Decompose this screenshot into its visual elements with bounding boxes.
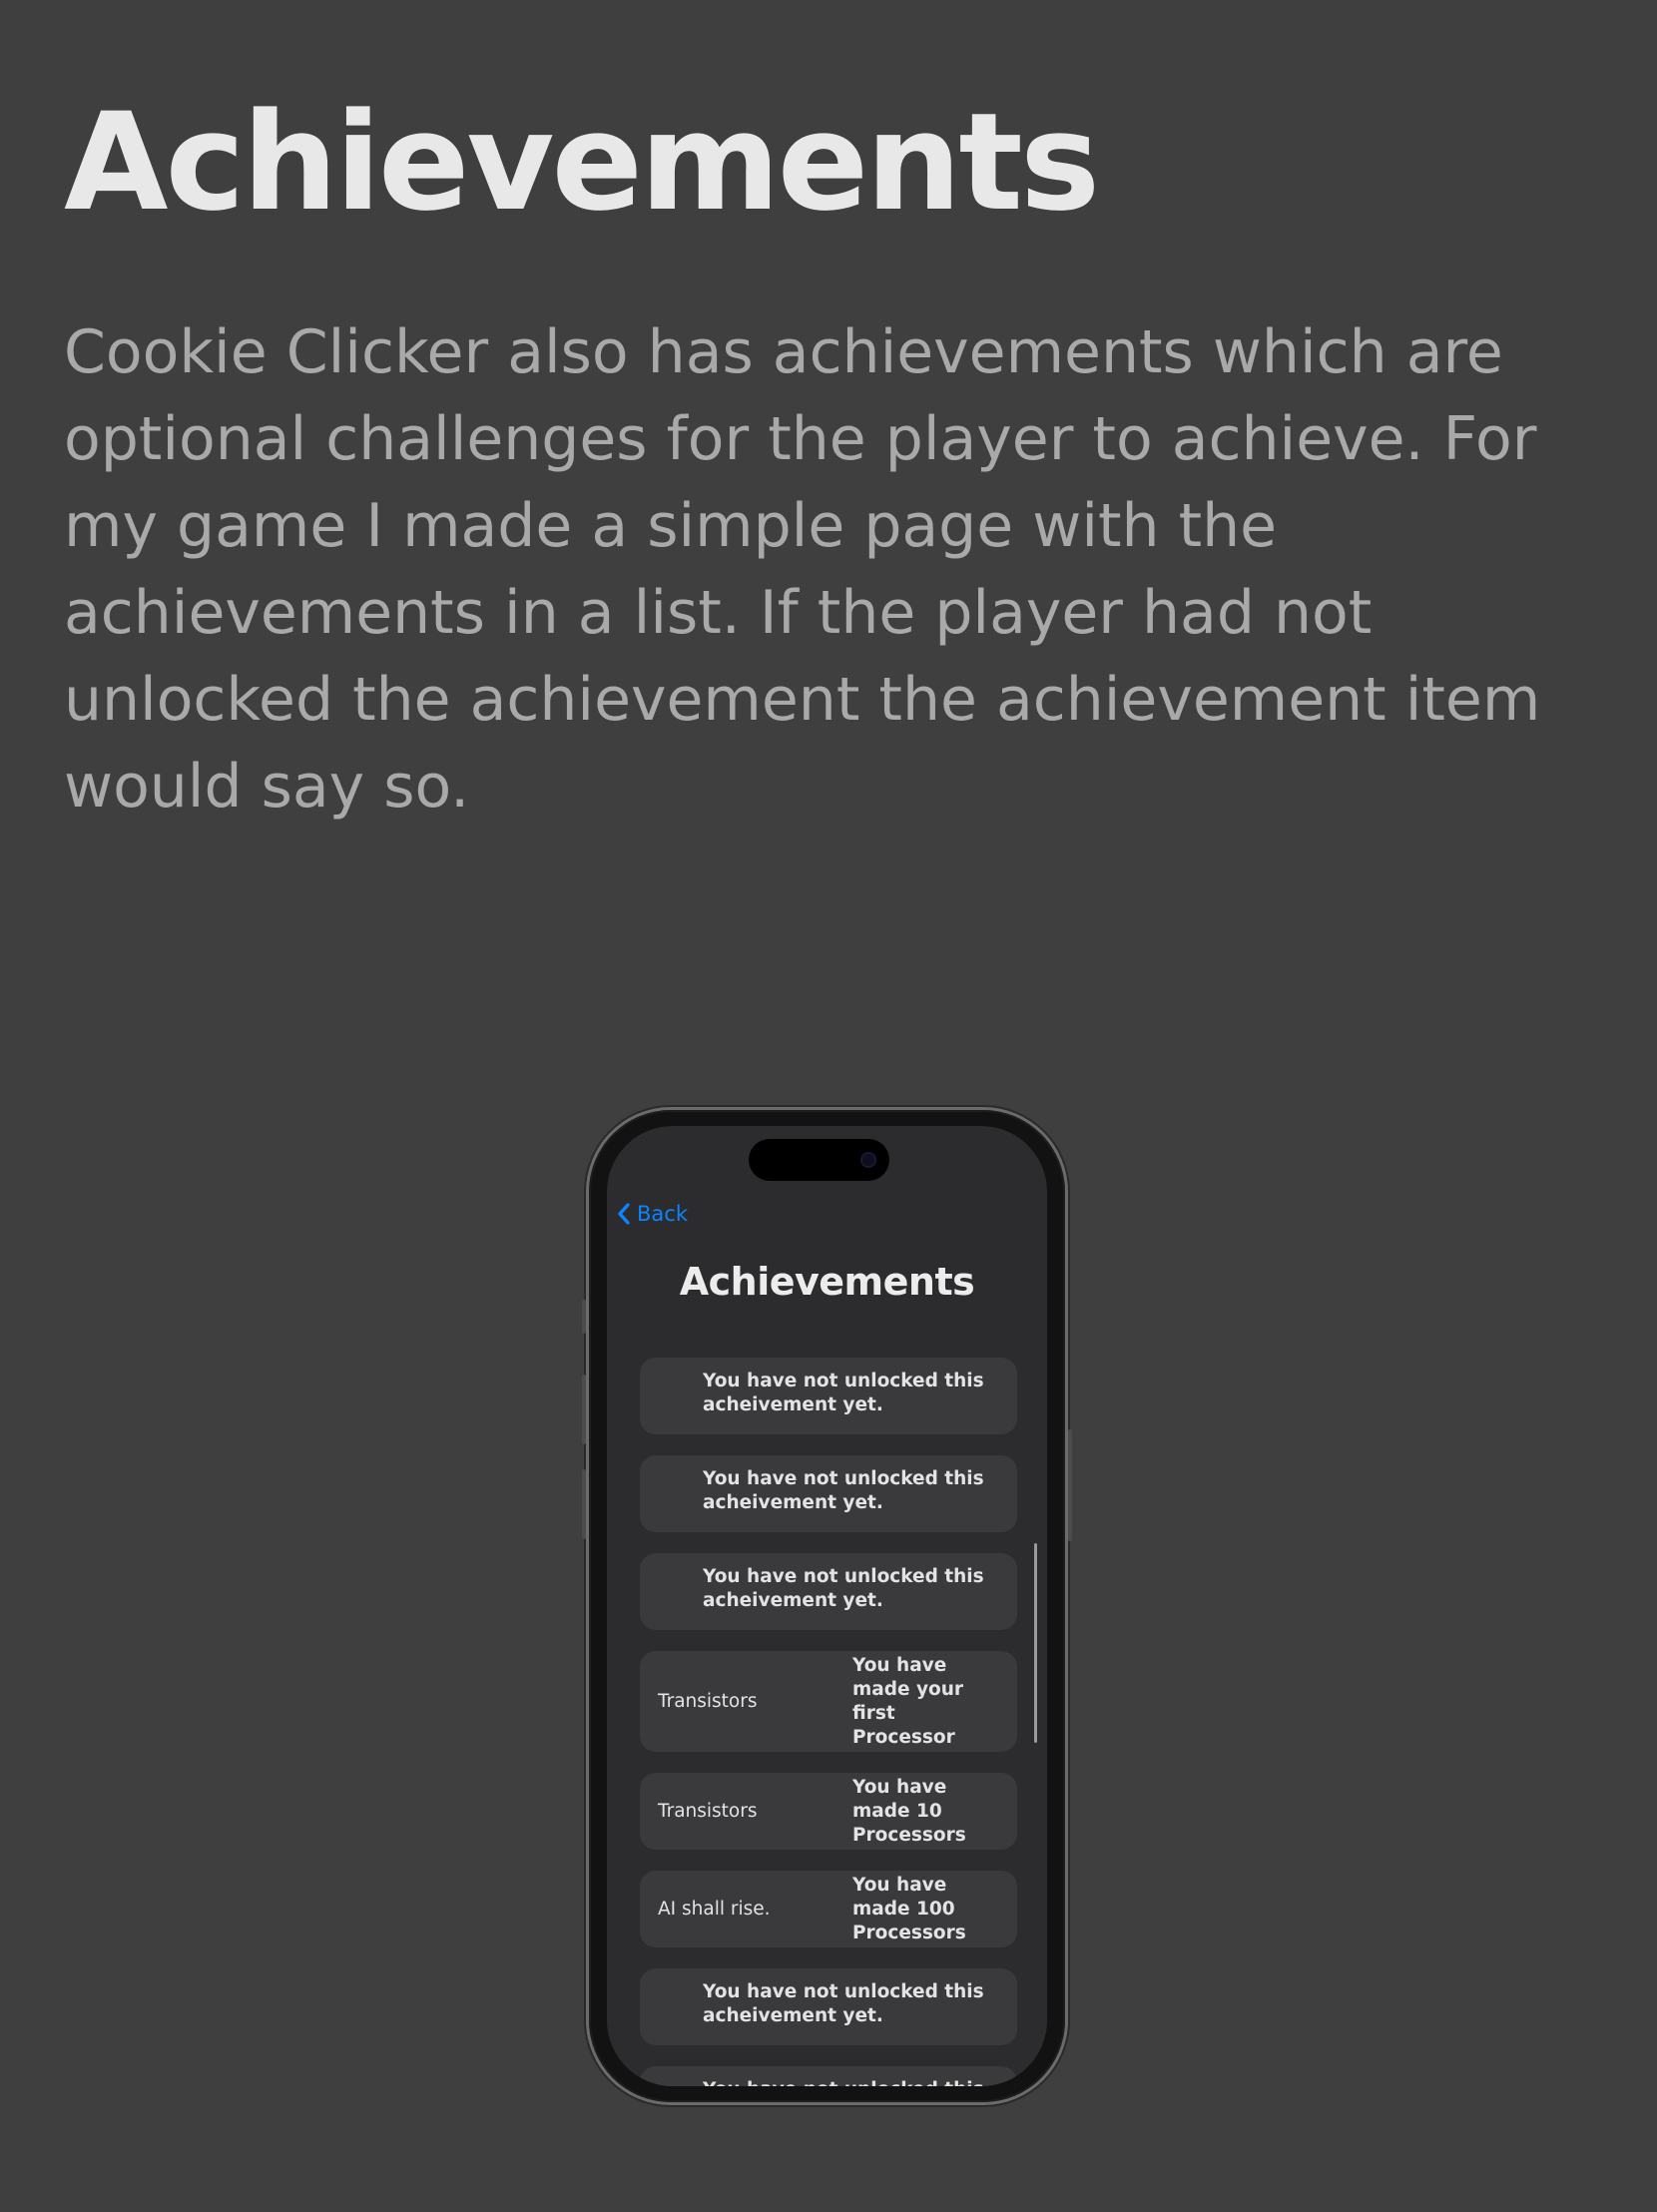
achievement-name: Transistors bbox=[658, 1800, 758, 1822]
achievement-description: You have made your first Processor bbox=[852, 1654, 964, 1748]
phone-screen: Back Achievements You have not unlocked … bbox=[607, 1126, 1047, 2086]
back-button[interactable]: Back bbox=[617, 1202, 688, 1226]
scrollbar[interactable] bbox=[1034, 1543, 1037, 1743]
section-description: Cookie Clicker also has achievements whi… bbox=[64, 317, 1541, 822]
achievement-item-unlocked: Transistors You have made 10 Processors bbox=[640, 1773, 1017, 1850]
achievement-item-locked: You have not unlocked this acheivement y… bbox=[640, 1358, 1017, 1434]
achievement-description: You have not unlocked this bbox=[703, 2078, 997, 2086]
volume-down-button bbox=[582, 1469, 586, 1539]
achievement-item-unlocked: AI shall rise. You have made 100 Process… bbox=[640, 1871, 1017, 1947]
achievement-name: AI shall rise. bbox=[658, 1898, 771, 1920]
camera-icon bbox=[860, 1152, 876, 1168]
achievement-item-locked: You have not unlocked this bbox=[640, 2066, 1017, 2086]
volume-up-button bbox=[582, 1375, 586, 1444]
achievement-description: You have not unlocked this acheivement y… bbox=[703, 1371, 984, 1415]
achievement-list[interactable]: You have not unlocked this acheivement y… bbox=[640, 1358, 1017, 2086]
achievement-description: You have made 100 Processors bbox=[852, 1874, 966, 1943]
achievement-item-locked: You have not unlocked this acheivement y… bbox=[640, 1553, 1017, 1630]
power-button bbox=[1068, 1429, 1072, 1541]
achievement-item-locked: You have not unlocked this acheivement y… bbox=[640, 1455, 1017, 1532]
achievement-description: You have not unlocked this acheivement y… bbox=[703, 1981, 984, 2026]
screen-title: Achievements bbox=[679, 1260, 975, 1304]
action-button bbox=[582, 1300, 586, 1334]
achievement-item-unlocked: Transistors You have made your first Pro… bbox=[640, 1651, 1017, 1752]
chevron-left-icon bbox=[618, 1203, 630, 1225]
phone-mockup: Back Achievements You have not unlocked … bbox=[582, 1110, 1072, 2102]
achievement-name: Transistors bbox=[658, 1690, 758, 1712]
section-heading: Achievements bbox=[64, 84, 1100, 241]
achievement-description: You have made 10 Processors bbox=[852, 1776, 966, 1846]
back-label: Back bbox=[637, 1202, 688, 1226]
achievement-description: You have not unlocked this acheivement y… bbox=[703, 1566, 984, 1611]
dynamic-island bbox=[749, 1139, 889, 1181]
achievement-description: You have not unlocked this acheivement y… bbox=[703, 1468, 984, 1513]
achievement-item-locked: You have not unlocked this acheivement y… bbox=[640, 1968, 1017, 2045]
